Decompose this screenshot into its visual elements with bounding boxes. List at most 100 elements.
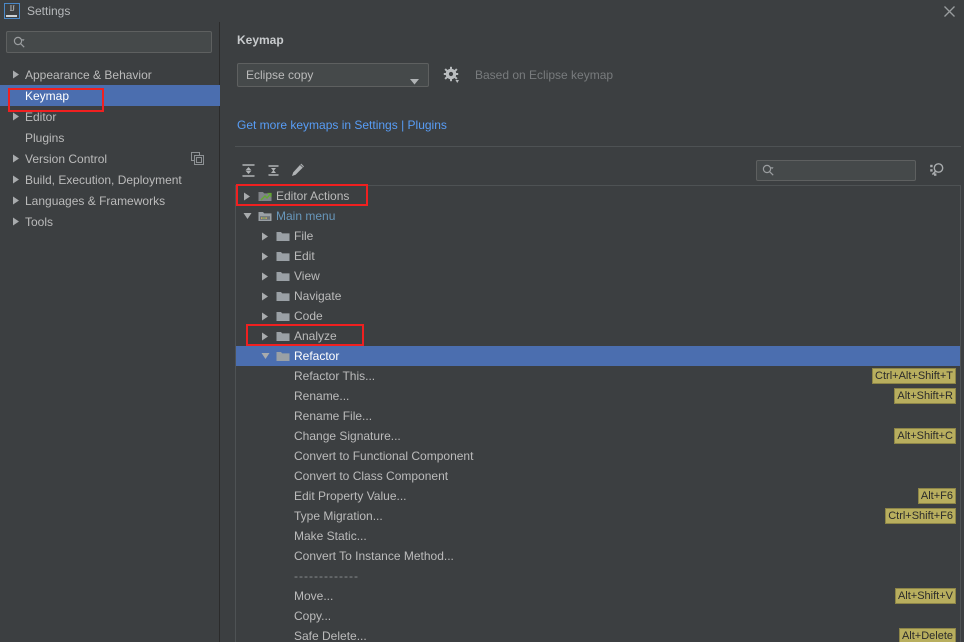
sidebar-item-keymap[interactable]: Keymap xyxy=(0,85,220,106)
copy-icon xyxy=(191,152,204,168)
keymap-select[interactable]: Eclipse copy xyxy=(237,63,429,87)
folder-icon xyxy=(276,229,290,243)
sidebar-item-label: Build, Execution, Deployment xyxy=(25,172,182,187)
expand-all-icon[interactable] xyxy=(237,159,259,181)
window-title: Settings xyxy=(27,4,71,18)
tree-row-label: Analyze xyxy=(294,329,337,343)
tree-row-label: Convert to Class Component xyxy=(294,469,449,483)
sidebar-item-languages-frameworks[interactable]: Languages & Frameworks xyxy=(0,190,220,211)
tree-row[interactable]: Convert To Instance Method... xyxy=(236,546,960,566)
chevron-right-icon[interactable] xyxy=(258,252,272,261)
chevron-right-icon[interactable] xyxy=(10,70,22,79)
pencil-edit-icon[interactable] xyxy=(287,159,309,181)
tree-row[interactable]: Refactor xyxy=(236,346,960,366)
tree-row[interactable]: Edit xyxy=(236,246,960,266)
chevron-right-icon[interactable] xyxy=(10,175,22,184)
chevron-right-icon[interactable] xyxy=(10,196,22,205)
tree-separator: ------------- xyxy=(294,569,359,583)
sidebar-item-appearance-behavior[interactable]: Appearance & Behavior xyxy=(0,64,220,85)
keymap-search-input[interactable] xyxy=(779,163,915,178)
find-by-shortcut-icon[interactable] xyxy=(927,160,949,182)
chevron-down-icon[interactable] xyxy=(258,352,272,360)
tree-row[interactable]: Code xyxy=(236,306,960,326)
tree-row-label: Copy... xyxy=(294,609,332,623)
based-on-label: Based on Eclipse keymap xyxy=(475,68,614,82)
tree-row[interactable]: Type Migration... Ctrl+Shift+F6 xyxy=(236,506,960,526)
tree-row-label: Editor Actions xyxy=(276,189,350,203)
sidebar-item-plugins[interactable]: Plugins xyxy=(0,127,220,148)
shortcut-badge: Alt+Shift+V xyxy=(894,588,956,604)
chevron-down-icon[interactable] xyxy=(240,212,254,220)
folder-icon xyxy=(276,269,290,283)
sidebar-item-tools[interactable]: Tools xyxy=(0,211,220,232)
get-more-keymaps-link[interactable]: Get more keymaps in Settings | Plugins xyxy=(237,118,447,132)
tree-row[interactable]: Copy... xyxy=(236,606,960,626)
tree-row[interactable]: Editor Actions xyxy=(236,186,960,206)
tree-row[interactable]: Edit Property Value... Alt+F6 xyxy=(236,486,960,506)
sidebar-search-input[interactable] xyxy=(30,35,211,49)
editor-actions-folder-icon xyxy=(258,189,272,203)
sidebar-item-label: Tools xyxy=(25,214,54,229)
tree-row[interactable]: Navigate xyxy=(236,286,960,306)
app-icon-text: IJ xyxy=(9,4,15,13)
shortcut-badge: Alt+Shift+C xyxy=(894,428,956,444)
chevron-right-icon[interactable] xyxy=(240,192,254,201)
tree-row[interactable]: Make Static... xyxy=(236,526,960,546)
tree-row[interactable]: File xyxy=(236,226,960,246)
chevron-right-icon[interactable] xyxy=(258,292,272,301)
tree-row[interactable]: Convert to Functional Component xyxy=(236,446,960,466)
shortcut-badge: Alt+F6 xyxy=(917,488,956,504)
chevron-right-icon[interactable] xyxy=(10,217,22,226)
keymap-search-box[interactable] xyxy=(756,160,916,181)
tree-row-label: Code xyxy=(294,309,323,323)
window-titlebar: IJ Settings xyxy=(0,0,964,22)
shortcut-badge: Ctrl+Shift+F6 xyxy=(885,508,956,524)
tree-row-label: Safe Delete... xyxy=(294,629,367,642)
tree-row-label: File xyxy=(294,229,314,243)
sidebar-search-box[interactable] xyxy=(6,31,212,53)
settings-dialog: IJ Settings Appearance & Behavior Keymap E… xyxy=(0,0,964,642)
sidebar-item-version-control[interactable]: Version Control xyxy=(0,148,220,169)
tree-row[interactable]: Convert to Class Component xyxy=(236,466,960,486)
tree-row[interactable]: Rename File... xyxy=(236,406,960,426)
sidebar-item-label: Version Control xyxy=(25,151,108,166)
chevron-right-icon[interactable] xyxy=(258,332,272,341)
close-icon[interactable] xyxy=(938,2,960,20)
tree-row-label: Edit Property Value... xyxy=(294,489,407,503)
page-title: Keymap xyxy=(237,33,284,47)
tree-row[interactable]: Main menu xyxy=(236,206,960,226)
tree-row-label: Convert To Instance Method... xyxy=(294,549,454,563)
gear-icon[interactable] xyxy=(443,66,461,84)
tree-row[interactable]: View xyxy=(236,266,960,286)
sidebar-item-build-execution-deployment[interactable]: Build, Execution, Deployment xyxy=(0,169,220,190)
tree-row[interactable]: Change Signature... Alt+Shift+C xyxy=(236,426,960,446)
sidebar-item-label: Appearance & Behavior xyxy=(25,67,152,82)
sidebar-item-editor[interactable]: Editor xyxy=(0,106,220,127)
tree-row-label: Refactor xyxy=(294,349,340,363)
keymap-tree[interactable]: Editor Actions Main menu File Edit View Navig… xyxy=(235,185,961,642)
collapse-all-icon[interactable] xyxy=(262,159,284,181)
chevron-right-icon[interactable] xyxy=(258,312,272,321)
chevron-right-icon[interactable] xyxy=(10,154,22,163)
tree-row[interactable]: Safe Delete... Alt+Delete xyxy=(236,626,960,642)
tree-row[interactable]: Refactor This... Ctrl+Alt+Shift+T xyxy=(236,366,960,386)
folder-icon xyxy=(276,329,290,343)
tree-row[interactable]: Rename... Alt+Shift+R xyxy=(236,386,960,406)
keymap-selector-row: Eclipse copy Based on Eclipse keymap xyxy=(237,63,613,87)
tree-row-label: Move... xyxy=(294,589,334,603)
search-icon xyxy=(762,164,775,177)
sidebar-item-label: Editor xyxy=(25,109,57,124)
search-icon xyxy=(13,36,26,49)
chevron-right-icon[interactable] xyxy=(258,272,272,281)
shortcut-badge: Alt+Delete xyxy=(898,628,956,642)
shortcut-badge: Ctrl+Alt+Shift+T xyxy=(872,368,956,384)
tree-row[interactable]: Move... Alt+Shift+V xyxy=(236,586,960,606)
folder-icon xyxy=(276,309,290,323)
keymap-tree-toolbar xyxy=(235,156,961,186)
chevron-right-icon[interactable] xyxy=(258,232,272,241)
tree-row[interactable]: Analyze xyxy=(236,326,960,346)
chevron-right-icon[interactable] xyxy=(10,112,22,121)
tree-row[interactable]: ------------- xyxy=(236,566,960,586)
folder-icon xyxy=(276,249,290,263)
sidebar-item-label: Languages & Frameworks xyxy=(25,193,166,208)
